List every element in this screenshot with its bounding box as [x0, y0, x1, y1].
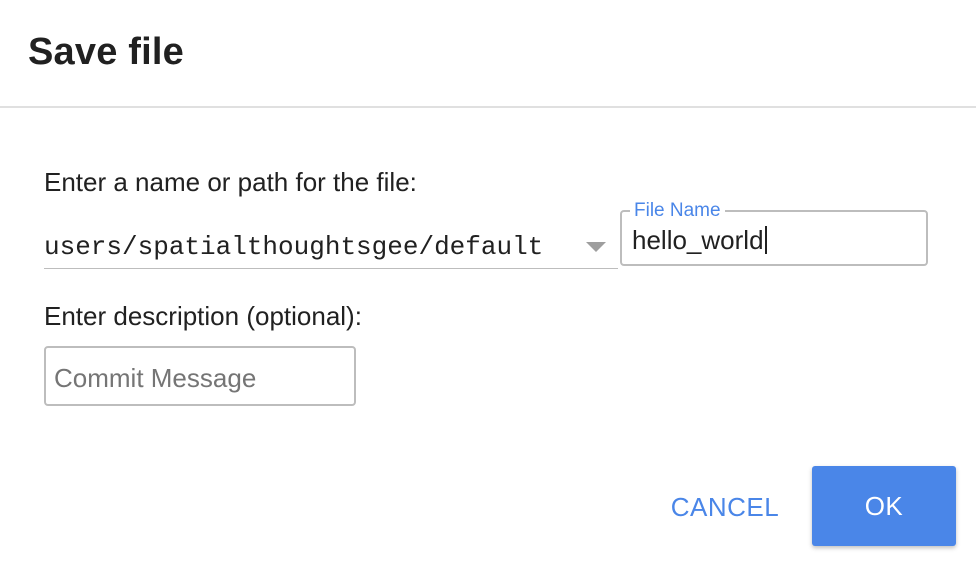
description-label: Enter description (optional): — [44, 301, 362, 331]
commit-message-placeholder: Commit Message — [54, 363, 257, 393]
file-name-label: File Name — [630, 200, 725, 222]
caret-down-icon[interactable] — [586, 242, 606, 252]
path-dropdown[interactable]: users/spatialthoughtsgee/default — [44, 228, 618, 269]
title-divider — [0, 106, 976, 108]
file-name-input[interactable]: File Name hello_world — [620, 200, 928, 266]
file-name-value-wrap: hello_world — [632, 224, 767, 256]
cancel-button[interactable]: CANCEL — [664, 476, 786, 538]
dialog-title: Save file — [28, 31, 185, 73]
text-cursor — [764, 226, 767, 254]
commit-message-input[interactable]: Commit Message — [44, 346, 356, 406]
path-dropdown-value: users/spatialthoughtsgee/default — [44, 232, 544, 262]
save-file-dialog: Save file Enter a name or path for the f… — [0, 0, 976, 562]
ok-button[interactable]: OK — [812, 466, 956, 546]
file-name-value: hello_world — [632, 225, 764, 255]
path-label: Enter a name or path for the file: — [44, 167, 417, 197]
